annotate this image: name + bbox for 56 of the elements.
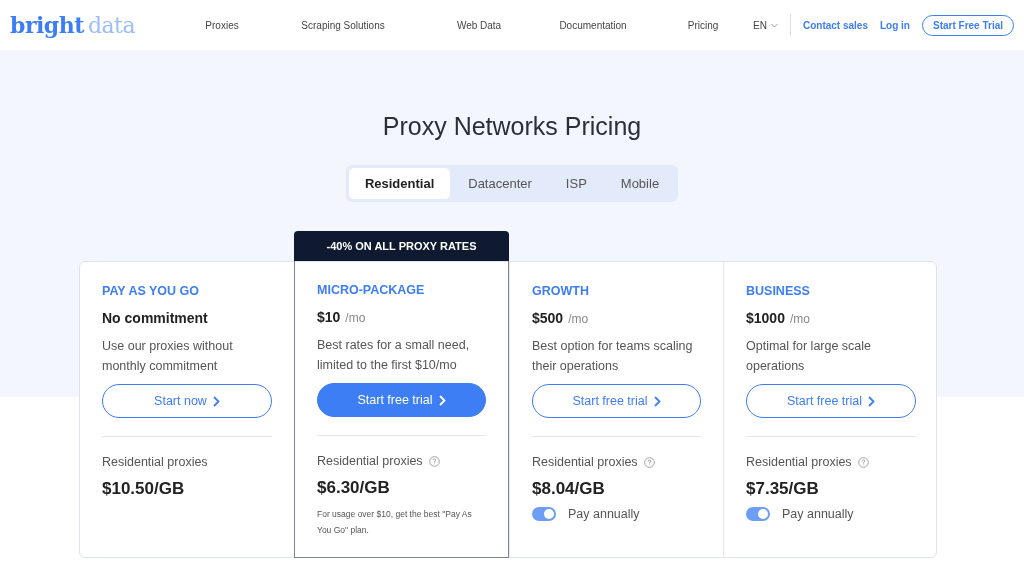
plan-name: PAY AS YOU GO [102,284,201,298]
proxy-label: Residential proxies [532,455,638,469]
proxy-label: Residential proxies [317,454,423,468]
tab[interactable]: Mobile [604,168,676,199]
tab[interactable]: Datacenter [452,168,548,199]
tab[interactable]: Residential [348,168,451,199]
info-icon[interactable] [428,455,440,467]
toggle-label: Pay annually [782,507,854,521]
price-period: /mo [345,311,366,325]
price-period: /mo [789,312,810,326]
start-trial-button[interactable]: Start Free Trial [921,14,1014,36]
nav-link[interactable]: Scraping Solutions [261,19,426,31]
proxy-rate: $8.04/GB [532,479,606,499]
logo-text[interactable]: bright [10,12,84,38]
plan-description: Optimal for large scale operations [746,338,873,375]
toggle-switch[interactable] [532,507,556,521]
plan-headline: No commitment [102,310,209,326]
plan-button[interactable]: Start free trial [317,383,486,417]
proxy-rate: $10.50/GB [102,479,186,499]
plan-name: GROWTH [532,284,590,298]
plan-description: Use our proxies without monthly commitment [102,338,234,375]
plan-button[interactable]: Start free trial [746,384,916,418]
proxy-rate: $6.30/GB [317,478,391,498]
plan-price: $500 [532,310,564,326]
plan-name: BUSINESS [746,284,811,298]
contact-sales-link[interactable]: Contact sales [802,19,868,31]
toggle-label: Pay annually [568,507,640,521]
caret-icon [770,22,778,28]
proxy-label: Residential proxies [746,455,852,469]
proxy-label: Residential proxies [102,455,208,469]
plan-note: For usage over $10, get the best "Pay As You Go" plan. [317,508,473,537]
page-title: Proxy Networks Pricing [382,112,642,141]
plan-price: $10 [317,309,341,325]
plan-button[interactable]: Start free trial [532,384,701,418]
plan-description: Best rates for a small need, limited to the first $10/mo [317,337,471,374]
tab[interactable]: ISP [549,168,603,199]
language-selector[interactable]: EN [753,19,778,31]
plan-description: Best option for teams scaling their operations [532,338,694,375]
price-period: /mo [568,312,589,326]
plan-button[interactable]: Start now [102,384,272,418]
plan-price: $1000 [746,310,785,326]
nav-link[interactable]: Web Data [425,19,534,31]
info-icon[interactable] [643,456,655,468]
discount-badge: -40% ON ALL PROXY RATES [294,231,509,261]
chevron-icon [212,395,220,407]
nav-link[interactable]: Pricing [653,19,754,31]
plan-name: MICRO-PACKAGE [317,283,426,297]
chevron-icon [868,395,875,407]
nav-link[interactable]: Proxies [183,19,262,31]
toggle-switch[interactable] [746,507,770,521]
proxy-rate: $7.35/GB [746,479,820,499]
login-link[interactable]: Log in [879,19,910,31]
chevron-icon [653,395,661,407]
info-icon[interactable] [857,456,869,468]
chevron-icon [438,394,446,406]
nav-link[interactable]: Documentation [533,19,654,31]
